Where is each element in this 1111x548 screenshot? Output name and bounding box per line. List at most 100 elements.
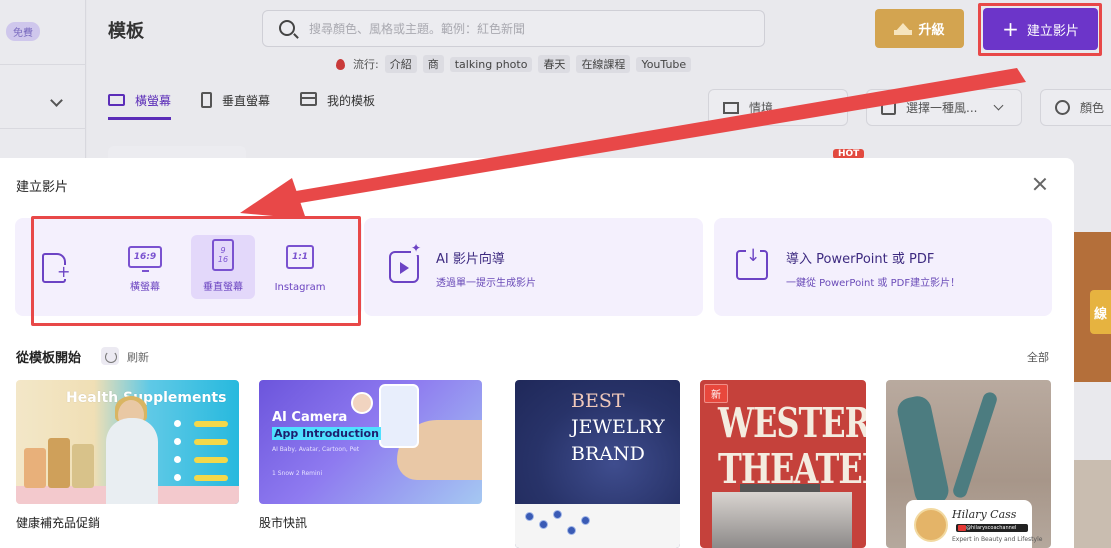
- tab-label: 橫螢幕: [135, 94, 172, 108]
- color-filter-label: 顏色: [1080, 101, 1105, 115]
- upgrade-button[interactable]: 升級: [875, 9, 964, 48]
- highlight-box: [978, 3, 1102, 56]
- template-name[interactable]: 健康補充品促銷: [16, 514, 100, 531]
- highlight-box: [31, 216, 361, 326]
- card-subtitle: 透過單一提示生成影片: [436, 278, 536, 289]
- person-figure: [106, 418, 158, 504]
- fire-icon: [336, 58, 345, 70]
- bullet-pill: [194, 457, 228, 463]
- chevron-down-icon: [994, 100, 1004, 111]
- create-video-modal: 建立影片 16:9 橫螢幕 9 16 垂直螢幕 1:1 Instagram AI…: [0, 158, 1074, 548]
- avatar: [914, 508, 948, 542]
- trending-tag[interactable]: 春天: [538, 55, 571, 73]
- card-title: 導入 PowerPoint 或 PDF: [786, 252, 935, 267]
- jar-shape: [48, 438, 70, 488]
- modal-title: 建立影片: [16, 180, 69, 195]
- style-filter[interactable]: 選擇一種風...: [866, 89, 1022, 126]
- close-icon[interactable]: [1033, 177, 1047, 191]
- color-filter[interactable]: 顏色: [1040, 89, 1111, 126]
- tab-label: 垂直螢幕: [222, 94, 271, 108]
- trending-tag[interactable]: 在線課程: [576, 55, 631, 73]
- thumbnail-headline: WESTERN: [718, 398, 866, 448]
- search-box[interactable]: [262, 10, 765, 47]
- gem-shape: [581, 516, 590, 525]
- template-thumbnail[interactable]: WESTERN THEATER 新: [700, 380, 866, 548]
- new-badge: 新: [704, 384, 728, 403]
- scene-filter-label: 情境: [749, 101, 774, 115]
- trending-tag[interactable]: 介紹: [384, 55, 417, 73]
- search-icon: [279, 20, 295, 36]
- gem-shape: [525, 512, 534, 521]
- tab-portrait[interactable]: 垂直螢幕: [201, 84, 270, 120]
- style-filter-label: 選擇一種風...: [906, 101, 978, 115]
- thumbnail-headline: Health Supplements: [66, 390, 227, 406]
- jar-shape: [72, 444, 94, 488]
- sidebar-divider: [0, 64, 86, 65]
- thumbnail-headline: AI Camera: [272, 410, 348, 425]
- thumbnail-meta: 1 Snow 2 Remini: [272, 470, 323, 477]
- phone-icon: [201, 92, 213, 108]
- person-figure: [894, 393, 952, 509]
- tab-label: 我的模板: [327, 94, 376, 108]
- monitor-icon: [108, 94, 125, 106]
- side-label: 線: [1090, 290, 1111, 334]
- view-all-link[interactable]: 全部: [1027, 349, 1049, 365]
- tab-landscape[interactable]: 橫螢幕: [108, 84, 172, 120]
- tab-my-templates[interactable]: 我的模板: [300, 84, 375, 120]
- profile-name: Hilary Cass: [952, 508, 1017, 521]
- tabs: 橫螢幕 垂直螢幕 我的模板: [108, 84, 375, 120]
- gem-shape: [567, 526, 576, 535]
- template-thumbnail[interactable]: AI Camera App Introduction AI Baby, Avat…: [259, 380, 482, 504]
- jar-shape: [24, 448, 46, 488]
- trending-tag[interactable]: talking photo: [449, 56, 533, 72]
- avatar: [351, 392, 373, 414]
- trending-tag[interactable]: 商: [422, 55, 444, 73]
- upgrade-label: 升級: [918, 23, 945, 38]
- trending-tag[interactable]: YouTube: [636, 56, 692, 72]
- template-icon: [300, 92, 318, 106]
- refresh-button[interactable]: 刷新: [127, 349, 149, 365]
- bullet-dot: [174, 420, 181, 427]
- gem-shape: [539, 520, 548, 529]
- sidebar-divider: [0, 128, 86, 129]
- thumbnail-headline: JEWELRY: [571, 416, 665, 438]
- bullet-dot: [174, 438, 181, 445]
- thumbnail-headline: BRAND: [571, 443, 645, 465]
- ai-video-icon: [389, 241, 422, 283]
- search-input[interactable]: [309, 19, 749, 39]
- trending-label: 流行:: [353, 58, 379, 71]
- crown-icon: [894, 22, 913, 35]
- thumbnail-headline: BEST: [571, 390, 625, 412]
- profile-tagline: Expert in Beauty and Lifestyle: [952, 536, 1043, 543]
- section-title: 從模板開始: [16, 351, 82, 366]
- free-badge: 免費: [6, 22, 40, 41]
- thumbnail-meta: AI Baby, Avatar, Cartoon, Pet: [272, 446, 360, 453]
- bullet-pill: [194, 439, 228, 445]
- card-title: AI 影片向導: [436, 252, 505, 267]
- chevron-down-icon[interactable]: [50, 94, 63, 107]
- map-icon: [723, 101, 739, 114]
- background-thumbnail: [1074, 460, 1111, 548]
- refresh-icon[interactable]: [101, 347, 119, 365]
- trending-row: 流行: 介紹 商 talking photo 春天 在線課程 YouTube: [336, 55, 692, 73]
- template-name[interactable]: 股市快訊: [259, 514, 307, 531]
- bullet-pill: [194, 475, 228, 481]
- person-figure: [951, 390, 999, 500]
- template-thumbnail[interactable]: Hilary Cass @hilaryscoachannel Expert in…: [886, 380, 1051, 548]
- template-thumbnail[interactable]: Health Supplements: [16, 380, 239, 504]
- phone-shape: [379, 384, 419, 448]
- ai-video-wizard-card[interactable]: AI 影片向導 透過單一提示生成影片: [364, 218, 703, 316]
- bullet-pill: [194, 421, 228, 427]
- page-title: 模板: [108, 21, 144, 42]
- chevron-down-icon: [811, 100, 822, 111]
- gem-shape: [553, 510, 562, 519]
- palette-icon: [1055, 100, 1070, 115]
- scene-filter[interactable]: 情境: [708, 89, 848, 126]
- import-ppt-card[interactable]: 導入 PowerPoint 或 PDF 一鍵從 PowerPoint 或 PDF…: [714, 218, 1052, 316]
- profile-handle: @hilaryscoachannel: [966, 525, 1017, 531]
- grid-icon: [881, 100, 896, 115]
- card-subtitle: 一鍵從 PowerPoint 或 PDF建立影片！: [786, 278, 961, 289]
- thumbnail-headline: App Introduction: [272, 427, 381, 440]
- template-thumbnail[interactable]: BEST JEWELRY BRAND: [515, 380, 680, 548]
- bullet-dot: [174, 474, 181, 481]
